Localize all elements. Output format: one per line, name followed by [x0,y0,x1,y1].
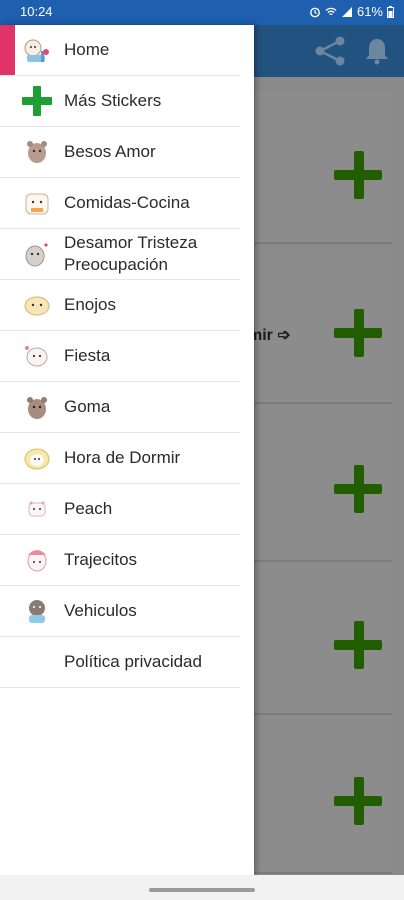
drawer-item-label: Besos Amor [64,142,156,161]
wifi-icon [325,7,337,15]
add-pack-icon[interactable] [334,465,382,513]
add-pack-icon[interactable] [334,777,382,825]
home-gesture-handle[interactable] [149,888,255,892]
drawer-item-label: Más Stickers [64,91,162,110]
bell-icon[interactable] [364,37,390,65]
drawer-item-vehiculos[interactable]: Vehiculos [0,586,240,637]
pack-title-fragment: mir ➩ [248,327,291,344]
home-sticker-icon [24,39,49,62]
drawer-item-trajecitos[interactable]: Trajecitos [0,535,240,586]
add-pack-icon[interactable] [334,309,382,357]
status-icons: 61% [309,4,394,19]
drawer-item-comidas-cocina[interactable]: Comidas-Cocina [0,178,240,229]
status-bar: 10:24 61% [0,0,404,25]
drawer-item-home[interactable]: Home [0,25,240,76]
battery-percent: 61% [356,4,383,19]
app-toolbar [254,25,404,77]
add-pack-icon[interactable] [334,151,382,199]
drawer-item-besos-amor[interactable]: Besos Amor [0,127,240,178]
sad-sticker-icon [25,243,48,267]
drawer-item-label: Peach [64,499,113,518]
vehicle-sticker-icon [29,600,45,623]
angry-sticker-icon [24,296,50,316]
battery-icon [387,5,394,18]
goma-sticker-icon [27,397,47,419]
sleep-sticker-icon [24,448,50,470]
share-icon[interactable] [312,35,348,67]
drawer-item-label: Hora de Dormir [64,448,181,467]
drawer-item-label: Goma [64,397,111,416]
food-sticker-icon [25,193,49,215]
drawer-item-peach[interactable]: Peach [0,484,240,535]
drawer-item-more-stickers[interactable]: Más Stickers [0,76,240,127]
outfit-sticker-icon [27,550,47,572]
background-app: mir ➩ [248,25,404,875]
drawer-item-label: Home [64,40,110,59]
add-pack-icon[interactable] [334,621,382,669]
drawer-item-goma[interactable]: Goma [0,382,240,433]
drawer-item-privacy-policy[interactable]: Política privacidad [0,637,240,688]
drawer-item-label: Enojos [64,295,116,314]
kiss-sticker-icon [27,141,47,163]
signal-icon [341,6,352,17]
status-time: 10:24 [20,4,53,19]
drawer-item-hora-de-dormir[interactable]: Hora de Dormir [0,433,240,484]
system-navigation-bar [0,875,404,900]
drawer-item-fiesta[interactable]: Fiesta [0,331,240,382]
plus-icon [22,86,52,116]
drawer-item-label: Política privacidad [64,652,202,671]
drawer-item-label: Vehiculos [64,601,137,620]
drawer-item-label: Comidas-Cocina [64,193,190,212]
drawer-item-enojos[interactable]: Enojos [0,280,240,331]
drawer-item-label: Fiesta [64,346,111,365]
drawer-item-desamor[interactable]: Desamor Tristeza Preocupación [0,229,240,280]
drawer-item-label: Desamor Tristeza Preocupación [64,233,198,274]
selected-indicator [0,25,15,75]
party-sticker-icon [25,346,48,367]
alarm-icon [310,7,320,17]
peach-sticker-icon [28,501,46,517]
drawer-item-label: Trajecitos [64,550,138,569]
navigation-drawer: Home Más Stickers Besos Amor Comidas-Coc… [0,25,254,875]
